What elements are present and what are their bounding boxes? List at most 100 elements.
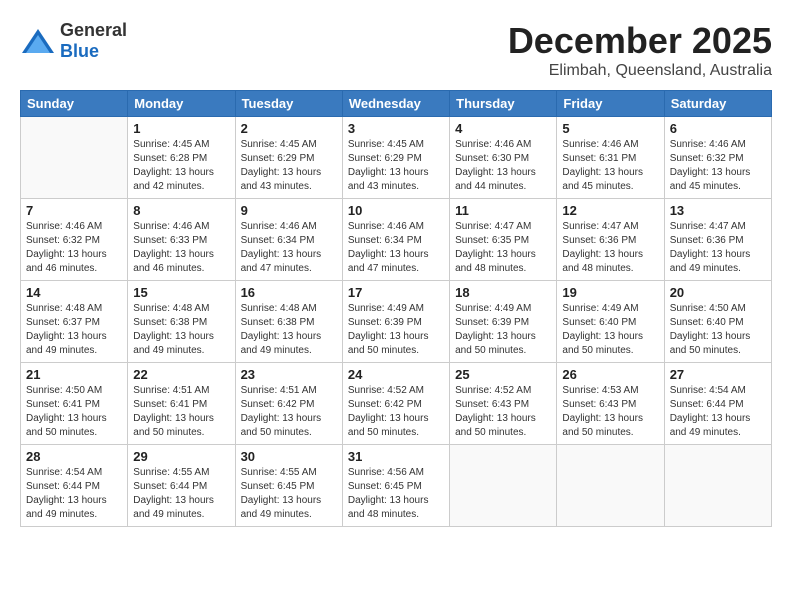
calendar-cell: 9 Sunrise: 4:46 AM Sunset: 6:34 PM Daylig… bbox=[235, 199, 342, 281]
cell-info: Sunrise: 4:46 AM Sunset: 6:32 PM Dayligh… bbox=[26, 220, 122, 276]
day-number: 7 bbox=[26, 203, 122, 218]
col-header-sunday: Sunday bbox=[21, 91, 128, 117]
day-number: 29 bbox=[133, 449, 229, 464]
cell-info: Sunrise: 4:46 AM Sunset: 6:34 PM Dayligh… bbox=[348, 220, 444, 276]
calendar-cell: 23 Sunrise: 4:51 AM Sunset: 6:42 PM Dayli… bbox=[235, 363, 342, 445]
col-header-monday: Monday bbox=[128, 91, 235, 117]
cell-info: Sunrise: 4:47 AM Sunset: 6:35 PM Dayligh… bbox=[455, 220, 551, 276]
calendar-cell: 4Sunrise: 4:46 AM Sunset: 6:30 PM Daylig… bbox=[450, 117, 557, 199]
day-number: 31 bbox=[348, 449, 444, 464]
calendar-cell: 24 Sunrise: 4:52 AM Sunset: 6:42 PM Dayli… bbox=[342, 363, 449, 445]
cell-info: Sunrise: 4:45 AM Sunset: 6:28 PM Dayligh… bbox=[133, 138, 229, 194]
calendar-cell: 8 Sunrise: 4:46 AM Sunset: 6:33 PM Daylig… bbox=[128, 199, 235, 281]
calendar-cell: 3Sunrise: 4:45 AM Sunset: 6:29 PM Daylig… bbox=[342, 117, 449, 199]
calendar-cell: 5Sunrise: 4:46 AM Sunset: 6:31 PM Daylig… bbox=[557, 117, 664, 199]
calendar-week-row: 14 Sunrise: 4:48 AM Sunset: 6:37 PM Dayli… bbox=[21, 281, 772, 363]
calendar-cell: 20Sunrise: 4:50 AM Sunset: 6:40 PM Dayli… bbox=[664, 281, 771, 363]
day-number: 14 bbox=[26, 285, 122, 300]
cell-info: Sunrise: 4:51 AM Sunset: 6:42 PM Dayligh… bbox=[241, 384, 337, 440]
calendar-cell: 14 Sunrise: 4:48 AM Sunset: 6:37 PM Dayli… bbox=[21, 281, 128, 363]
cell-info: Sunrise: 4:46 AM Sunset: 6:34 PM Dayligh… bbox=[241, 220, 337, 276]
cell-info: Sunrise: 4:50 AM Sunset: 6:40 PM Dayligh… bbox=[670, 302, 766, 358]
calendar-cell: 19 Sunrise: 4:49 AM Sunset: 6:40 PM Dayli… bbox=[557, 281, 664, 363]
calendar-cell: 13Sunrise: 4:47 AM Sunset: 6:36 PM Dayli… bbox=[664, 199, 771, 281]
cell-info: Sunrise: 4:45 AM Sunset: 6:29 PM Dayligh… bbox=[241, 138, 337, 194]
day-number: 18 bbox=[455, 285, 551, 300]
calendar-cell: 18 Sunrise: 4:49 AM Sunset: 6:39 PM Dayli… bbox=[450, 281, 557, 363]
day-number: 17 bbox=[348, 285, 444, 300]
cell-info: Sunrise: 4:48 AM Sunset: 6:38 PM Dayligh… bbox=[241, 302, 337, 358]
calendar-cell bbox=[557, 445, 664, 527]
day-number: 13 bbox=[670, 203, 766, 218]
cell-info: Sunrise: 4:49 AM Sunset: 6:40 PM Dayligh… bbox=[562, 302, 658, 358]
calendar-cell: 7 Sunrise: 4:46 AM Sunset: 6:32 PM Daylig… bbox=[21, 199, 128, 281]
cell-info: Sunrise: 4:52 AM Sunset: 6:43 PM Dayligh… bbox=[455, 384, 551, 440]
day-number: 24 bbox=[348, 367, 444, 382]
logo-icon bbox=[20, 27, 56, 55]
cell-info: Sunrise: 4:56 AM Sunset: 6:45 PM Dayligh… bbox=[348, 466, 444, 522]
cell-info: Sunrise: 4:45 AM Sunset: 6:29 PM Dayligh… bbox=[348, 138, 444, 194]
logo: General Blue bbox=[20, 20, 127, 62]
cell-info: Sunrise: 4:50 AM Sunset: 6:41 PM Dayligh… bbox=[26, 384, 122, 440]
calendar-cell: 16 Sunrise: 4:48 AM Sunset: 6:38 PM Dayli… bbox=[235, 281, 342, 363]
calendar-header-row: SundayMondayTuesdayWednesdayThursdayFrid… bbox=[21, 91, 772, 117]
day-number: 27 bbox=[670, 367, 766, 382]
cell-info: Sunrise: 4:53 AM Sunset: 6:43 PM Dayligh… bbox=[562, 384, 658, 440]
day-number: 4 bbox=[455, 121, 551, 136]
day-number: 8 bbox=[133, 203, 229, 218]
calendar-table: SundayMondayTuesdayWednesdayThursdayFrid… bbox=[20, 90, 772, 527]
calendar-cell bbox=[21, 117, 128, 199]
col-header-friday: Friday bbox=[557, 91, 664, 117]
calendar-cell: 31 Sunrise: 4:56 AM Sunset: 6:45 PM Dayli… bbox=[342, 445, 449, 527]
day-number: 23 bbox=[241, 367, 337, 382]
cell-info: Sunrise: 4:49 AM Sunset: 6:39 PM Dayligh… bbox=[455, 302, 551, 358]
day-number: 21 bbox=[26, 367, 122, 382]
logo-general: General bbox=[60, 20, 127, 40]
day-number: 25 bbox=[455, 367, 551, 382]
calendar-cell: 15 Sunrise: 4:48 AM Sunset: 6:38 PM Dayli… bbox=[128, 281, 235, 363]
calendar-cell bbox=[450, 445, 557, 527]
calendar-cell: 17 Sunrise: 4:49 AM Sunset: 6:39 PM Dayli… bbox=[342, 281, 449, 363]
calendar-cell: 12 Sunrise: 4:47 AM Sunset: 6:36 PM Dayli… bbox=[557, 199, 664, 281]
logo-blue: Blue bbox=[60, 41, 99, 61]
calendar-cell: 30Sunrise: 4:55 AM Sunset: 6:45 PM Dayli… bbox=[235, 445, 342, 527]
month-title: December 2025 bbox=[508, 20, 772, 62]
day-number: 10 bbox=[348, 203, 444, 218]
calendar-cell: 29 Sunrise: 4:55 AM Sunset: 6:44 PM Dayli… bbox=[128, 445, 235, 527]
day-number: 12 bbox=[562, 203, 658, 218]
location-title: Elimbah, Queensland, Australia bbox=[508, 62, 772, 80]
calendar-cell: 2 Sunrise: 4:45 AM Sunset: 6:29 PM Daylig… bbox=[235, 117, 342, 199]
calendar-week-row: 1 Sunrise: 4:45 AM Sunset: 6:28 PM Daylig… bbox=[21, 117, 772, 199]
cell-info: Sunrise: 4:48 AM Sunset: 6:37 PM Dayligh… bbox=[26, 302, 122, 358]
day-number: 26 bbox=[562, 367, 658, 382]
calendar-cell: 10 Sunrise: 4:46 AM Sunset: 6:34 PM Dayli… bbox=[342, 199, 449, 281]
cell-info: Sunrise: 4:54 AM Sunset: 6:44 PM Dayligh… bbox=[670, 384, 766, 440]
cell-info: Sunrise: 4:48 AM Sunset: 6:38 PM Dayligh… bbox=[133, 302, 229, 358]
cell-info: Sunrise: 4:46 AM Sunset: 6:33 PM Dayligh… bbox=[133, 220, 229, 276]
cell-info: Sunrise: 4:46 AM Sunset: 6:32 PM Dayligh… bbox=[670, 138, 766, 194]
day-number: 9 bbox=[241, 203, 337, 218]
title-section: December 2025 Elimbah, Queensland, Austr… bbox=[508, 20, 772, 80]
calendar-week-row: 28Sunrise: 4:54 AM Sunset: 6:44 PM Dayli… bbox=[21, 445, 772, 527]
cell-info: Sunrise: 4:49 AM Sunset: 6:39 PM Dayligh… bbox=[348, 302, 444, 358]
col-header-saturday: Saturday bbox=[664, 91, 771, 117]
col-header-wednesday: Wednesday bbox=[342, 91, 449, 117]
day-number: 2 bbox=[241, 121, 337, 136]
day-number: 5 bbox=[562, 121, 658, 136]
calendar-cell: 1 Sunrise: 4:45 AM Sunset: 6:28 PM Daylig… bbox=[128, 117, 235, 199]
calendar-week-row: 21 Sunrise: 4:50 AM Sunset: 6:41 PM Dayli… bbox=[21, 363, 772, 445]
day-number: 16 bbox=[241, 285, 337, 300]
day-number: 28 bbox=[26, 449, 122, 464]
day-number: 1 bbox=[133, 121, 229, 136]
calendar-cell: 21 Sunrise: 4:50 AM Sunset: 6:41 PM Dayli… bbox=[21, 363, 128, 445]
calendar-cell: 6Sunrise: 4:46 AM Sunset: 6:32 PM Daylig… bbox=[664, 117, 771, 199]
day-number: 19 bbox=[562, 285, 658, 300]
cell-info: Sunrise: 4:47 AM Sunset: 6:36 PM Dayligh… bbox=[562, 220, 658, 276]
calendar-cell: 11Sunrise: 4:47 AM Sunset: 6:35 PM Dayli… bbox=[450, 199, 557, 281]
calendar-cell: 27 Sunrise: 4:54 AM Sunset: 6:44 PM Dayli… bbox=[664, 363, 771, 445]
cell-info: Sunrise: 4:55 AM Sunset: 6:45 PM Dayligh… bbox=[241, 466, 337, 522]
logo-text: General Blue bbox=[60, 20, 127, 62]
day-number: 15 bbox=[133, 285, 229, 300]
cell-info: Sunrise: 4:52 AM Sunset: 6:42 PM Dayligh… bbox=[348, 384, 444, 440]
cell-info: Sunrise: 4:55 AM Sunset: 6:44 PM Dayligh… bbox=[133, 466, 229, 522]
